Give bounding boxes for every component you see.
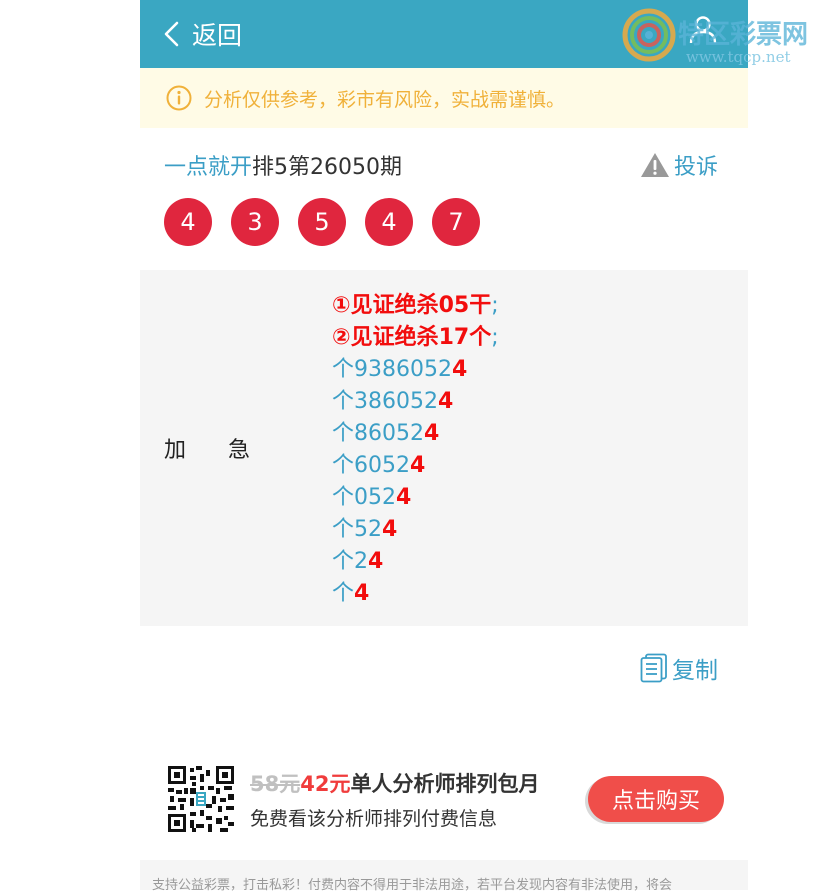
number-ball: 4 (164, 198, 212, 246)
old-price: 58元 (250, 772, 301, 796)
footer-text: 支持公益彩票，打击私彩！付费内容不得用于非法用途，若平台发现内容有非法使用，将会 (152, 878, 673, 893)
back-button[interactable]: 返回 (162, 14, 242, 54)
offer-subtitle: 免费看该分析师排列付费信息 (250, 808, 498, 830)
number-ball: 3 (231, 198, 279, 246)
chevron-left-icon (164, 21, 179, 47)
number-ball: 7 (432, 198, 480, 246)
footer-disclaimer: 支持公益彩票，打击私彩！付费内容不得用于非法用途，若平台发现内容有非法使用，将会 (140, 860, 748, 893)
draw-numbers: 4 3 5 4 7 (164, 198, 499, 246)
prediction-line: 个93860524 (332, 357, 468, 382)
prediction-line: ②见证绝杀17个; (332, 325, 499, 350)
new-price: 42元 (300, 772, 351, 796)
watermark-url: www.tqcp.net (686, 48, 791, 66)
info-circle-icon (166, 85, 192, 111)
prediction-line: 个524 (332, 517, 398, 542)
copy-icon (640, 653, 667, 683)
site-logo-icon (622, 8, 676, 62)
app-page: 返回 分析仅供参考，彩市有风险，实战需谨慎。 一点就开 排5第26050期 投诉 … (140, 0, 748, 893)
prediction-line: 个60524 (332, 453, 426, 478)
number-ball: 4 (365, 198, 413, 246)
prediction-line: 个4 (332, 581, 370, 606)
prediction-line: 个860524 (332, 421, 440, 446)
number-ball: 5 (298, 198, 346, 246)
copy-label: 复制 (672, 658, 718, 684)
notice-text: 分析仅供参考，彩市有风险，实战需谨慎。 (204, 88, 566, 111)
offer-title: 单人分析师排列包月 (350, 772, 540, 796)
risk-notice: 分析仅供参考，彩市有风险，实战需谨慎。 (140, 68, 748, 128)
back-label: 返回 (192, 21, 243, 50)
prediction-panel: 加急 ①见证绝杀05干; ②见证绝杀17个; 个93860524 个386052… (140, 270, 748, 626)
prediction-line: 个3860524 (332, 389, 454, 414)
prediction-line: 个0524 (332, 485, 412, 510)
prediction-lines: ①见证绝杀05干; ②见证绝杀17个; 个93860524 个3860524 个… (332, 290, 499, 610)
issue-prefix: 一点就开 (164, 155, 253, 180)
qr-code-icon (168, 766, 234, 832)
watermark-title: 特区彩票网 (678, 20, 809, 50)
report-button[interactable]: 投诉 (640, 148, 718, 182)
copy-button[interactable]: 复制 (640, 650, 718, 686)
buy-button[interactable]: 点击购买 (588, 776, 724, 822)
report-label: 投诉 (674, 155, 719, 180)
panel-label: 加急 (164, 438, 253, 463)
promo-price-line: 58元42元单人分析师排列包月 (250, 768, 539, 798)
prediction-line: ①见证绝杀05干; (332, 293, 499, 318)
issue-name: 排5第26050期 (252, 155, 402, 180)
subscription-promo: 58元42元单人分析师排列包月 免费看该分析师排列付费信息 点击购买 (164, 764, 724, 836)
warning-icon (641, 153, 669, 177)
site-watermark: 特区彩票网 www.tqcp.net (622, 6, 818, 68)
prediction-line: 个24 (332, 549, 384, 574)
issue-title: 一点就开 排5第26050期 (164, 148, 402, 182)
